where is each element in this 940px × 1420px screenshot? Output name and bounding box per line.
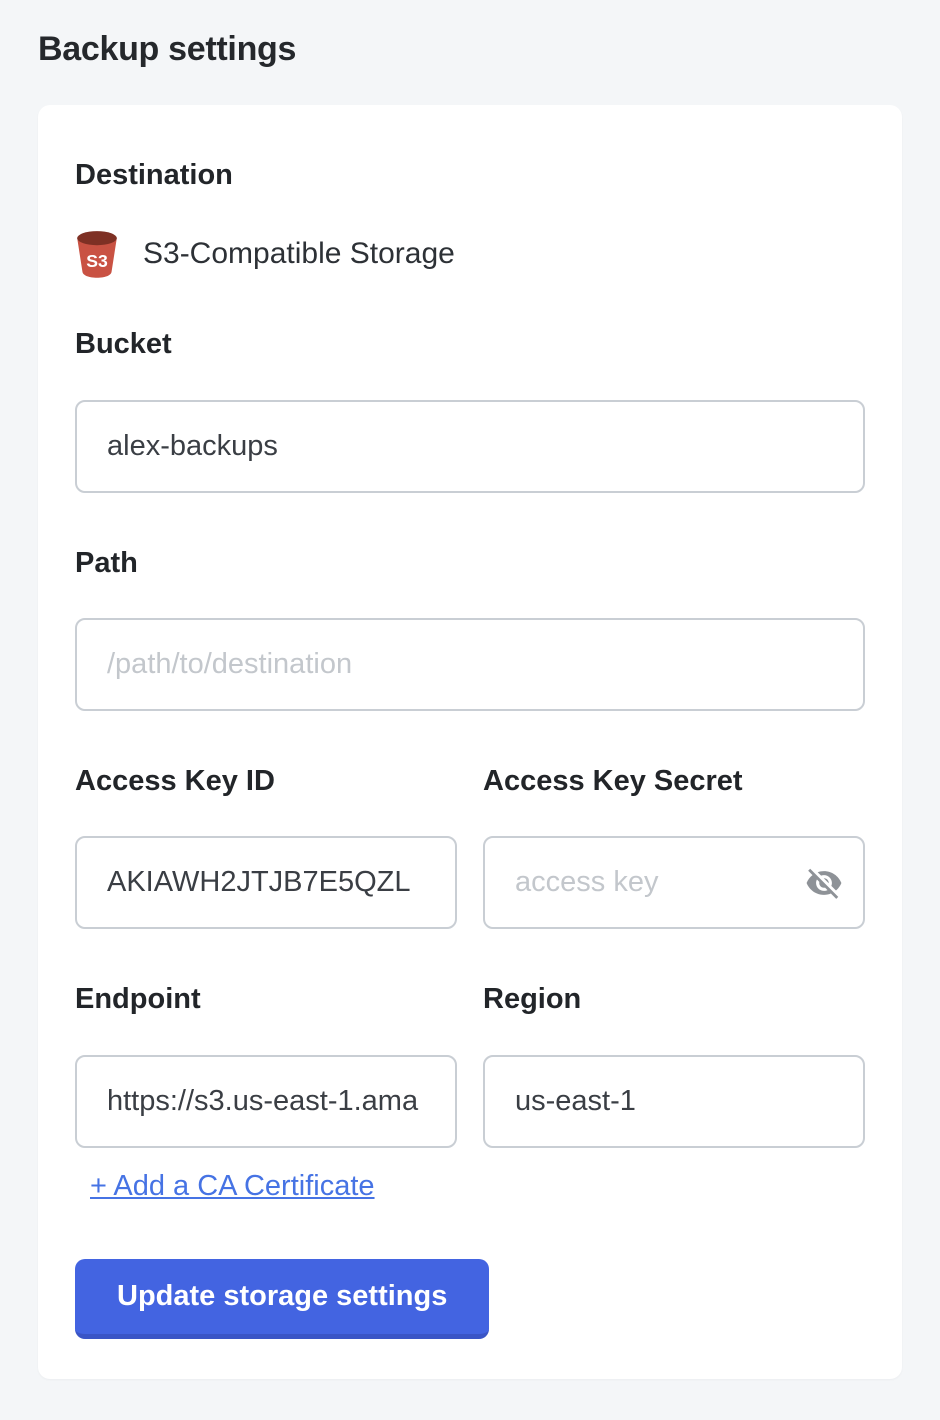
- update-storage-settings-button[interactable]: Update storage settings: [75, 1259, 489, 1339]
- bucket-label: Bucket: [75, 328, 865, 361]
- s3-bucket-icon: S3: [75, 230, 119, 278]
- toggle-secret-visibility-button[interactable]: [803, 862, 845, 904]
- region-field: Region: [483, 983, 865, 1147]
- bucket-field: Bucket: [75, 328, 865, 492]
- destination-row: S3 S3-Compatible Storage: [75, 230, 865, 278]
- eye-off-icon: [805, 864, 843, 902]
- page-title: Backup settings: [38, 30, 902, 69]
- region-label: Region: [483, 983, 865, 1016]
- destination-value: S3-Compatible Storage: [143, 237, 455, 271]
- path-input[interactable]: [75, 618, 865, 711]
- add-ca-certificate-link[interactable]: + Add a CA Certificate: [90, 1170, 375, 1203]
- backup-settings-page: Backup settings Destination S3 S3-Compat…: [0, 0, 940, 1379]
- destination-label: Destination: [75, 159, 865, 192]
- endpoint-region-row: Endpoint Region: [75, 983, 865, 1147]
- backup-settings-card: Destination S3 S3-Compatible Storage Buc…: [38, 105, 902, 1379]
- access-key-id-field: Access Key ID: [75, 765, 457, 929]
- access-key-id-input[interactable]: [75, 836, 457, 929]
- endpoint-input[interactable]: [75, 1055, 457, 1148]
- endpoint-label: Endpoint: [75, 983, 457, 1016]
- access-key-id-label: Access Key ID: [75, 765, 457, 798]
- path-label: Path: [75, 547, 865, 580]
- access-key-secret-input-wrap: [483, 836, 865, 929]
- region-input[interactable]: [483, 1055, 865, 1148]
- submit-row: Update storage settings: [75, 1203, 865, 1339]
- access-keys-row: Access Key ID Access Key Secret: [75, 765, 865, 929]
- endpoint-field: Endpoint: [75, 983, 457, 1147]
- s3-icon-text: S3: [86, 252, 108, 272]
- access-key-secret-field: Access Key Secret: [483, 765, 865, 929]
- path-field: Path: [75, 547, 865, 711]
- access-key-secret-label: Access Key Secret: [483, 765, 865, 798]
- bucket-input[interactable]: [75, 400, 865, 493]
